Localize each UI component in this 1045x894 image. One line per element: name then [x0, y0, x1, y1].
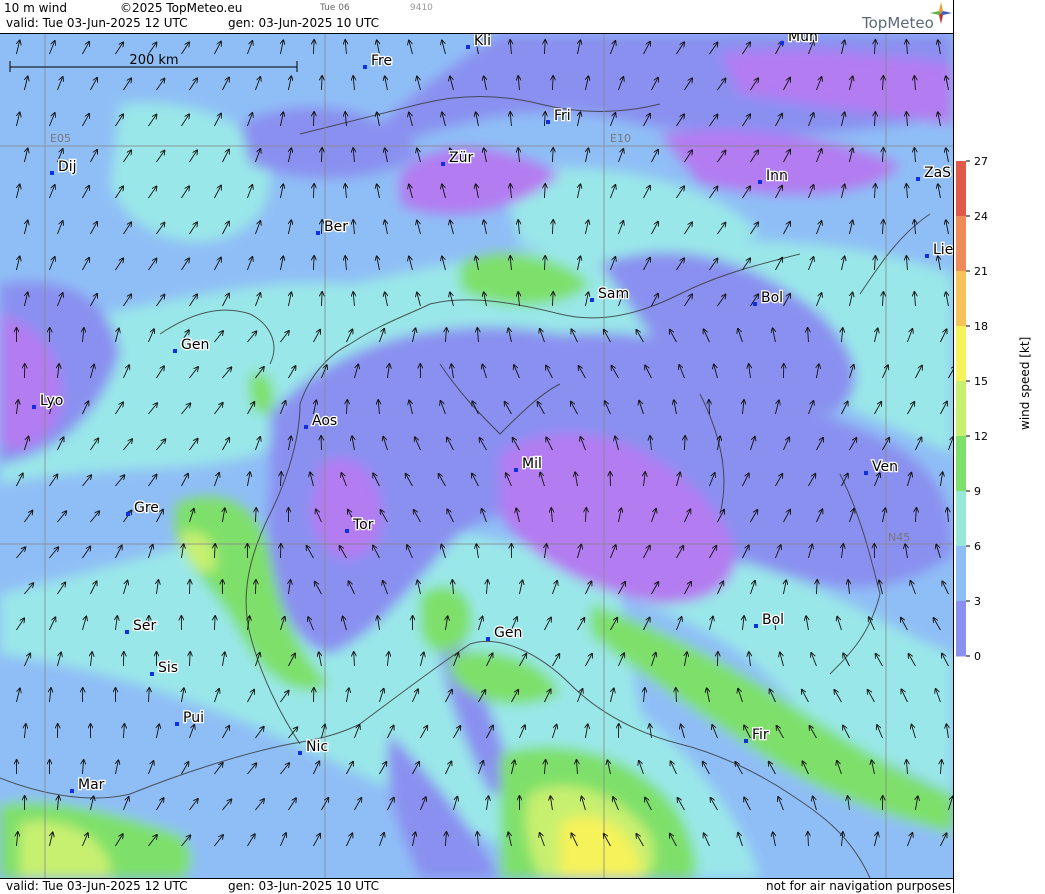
- topmeteo-logo: TopMeteo: [862, 14, 934, 32]
- wind-arrow: [255, 580, 256, 594]
- city-marker: [546, 120, 550, 124]
- colorbar-tick-label: 15: [974, 375, 988, 388]
- colorbar-tick-label: 9: [974, 485, 981, 498]
- city-marker: [758, 180, 762, 184]
- wind-arrow: [709, 400, 710, 414]
- colorbar-tick-label: 18: [974, 320, 988, 333]
- compass-icon: [930, 2, 952, 24]
- colorbar-segment: [956, 491, 966, 547]
- copyright-text: ©2025 TopMeteo.eu: [120, 1, 242, 15]
- city-marker: [753, 302, 757, 306]
- colorbar: 27 24 21 18 15 12 9 6 3 0: [955, 155, 995, 665]
- city-marker: [175, 722, 179, 726]
- colorbar-tick-label: 6: [974, 540, 981, 553]
- colorbar-segment: [956, 381, 966, 437]
- city-marker: [916, 177, 920, 181]
- city-marker: [150, 672, 154, 676]
- city-marker: [173, 349, 177, 353]
- wind-map-canvas: Fre Kli Mün Fri Dij Zür Inn ZaS Ber Lie Sam Bol Gen L…: [0, 34, 953, 878]
- city-marker: [441, 162, 445, 166]
- logo-text: TopMeteo: [862, 14, 934, 32]
- city-label: Mil: [522, 456, 542, 472]
- city-marker: [316, 231, 320, 235]
- colorbar-segment: [956, 326, 966, 382]
- valid-time: valid: Tue 03-Jun-2025 12 UTC: [6, 16, 187, 30]
- city-marker: [126, 512, 130, 516]
- city-label: Ser: [133, 618, 157, 634]
- city-label: Gen: [181, 337, 209, 353]
- city-marker: [298, 751, 302, 755]
- wind-map[interactable]: Fre Kli Mün Fri Dij Zür Inn ZaS Ber Lie Sam Bol Gen L…: [0, 34, 953, 878]
- city-marker: [925, 254, 929, 258]
- city-marker: [32, 405, 36, 409]
- city-label: ZaS: [924, 165, 951, 181]
- city-marker: [780, 41, 784, 45]
- gen-time: gen: 03-Jun-2025 10 UTC: [228, 16, 379, 30]
- city-marker: [466, 45, 470, 49]
- colorbar-segment: [956, 216, 966, 272]
- footer-disclaimer: not for air navigation purposes: [766, 879, 951, 893]
- colorbar-segment: [956, 601, 966, 657]
- city-marker: [744, 739, 748, 743]
- colorbar-tick-label: 0: [974, 650, 981, 663]
- wind-arrow: [189, 580, 190, 594]
- city-label: Gre: [134, 500, 159, 516]
- city-label: Aos: [312, 413, 337, 429]
- city-label: Mün: [788, 34, 818, 45]
- header-bar: 10 m wind ©2025 TopMeteo.eu Tue 06 9410 …: [0, 0, 953, 34]
- city-marker: [363, 65, 367, 69]
- product-title: 10 m wind: [4, 1, 67, 15]
- city-label: Ber: [324, 219, 348, 235]
- city-label: Pui: [183, 710, 204, 726]
- city-label: Zür: [449, 150, 473, 166]
- scale-label: 200 km: [129, 53, 178, 68]
- grid-label-e05: E05: [50, 132, 71, 145]
- colorbar-tick-label: 24: [974, 210, 988, 223]
- city-marker: [754, 624, 758, 628]
- city-label: Bol: [762, 612, 784, 628]
- city-marker: [486, 637, 490, 641]
- wind-speed-field: [0, 34, 953, 878]
- city-label: Fir: [752, 727, 769, 743]
- city-marker: [125, 630, 129, 634]
- city-marker: [590, 298, 594, 302]
- city-label: Gen: [494, 625, 522, 641]
- city-marker: [345, 529, 349, 533]
- colorbar-tick-label: 12: [974, 430, 988, 443]
- city-label: Ven: [872, 459, 898, 475]
- footer-gen: gen: 03-Jun-2025 10 UTC: [228, 879, 379, 893]
- city-label: Nic: [306, 739, 328, 755]
- city-label: Bol: [761, 290, 783, 306]
- footer-bar: valid: Tue 03-Jun-2025 12 UTC gen: 03-Ju…: [0, 878, 953, 894]
- city-label: Tor: [352, 517, 374, 533]
- city-marker: [514, 468, 518, 472]
- city-marker: [50, 171, 54, 175]
- city-label: Kli: [474, 34, 491, 49]
- colorbar-segment: [956, 161, 966, 217]
- small-code-text: 9410: [410, 3, 433, 13]
- city-label: Lyo: [40, 393, 63, 409]
- colorbar-segment: [956, 546, 966, 602]
- city-label: Mar: [78, 777, 105, 793]
- city-marker: [70, 789, 74, 793]
- city-label: Sis: [158, 660, 178, 676]
- grid-label-e10: E10: [610, 132, 631, 145]
- city-label: Fri: [554, 108, 571, 124]
- footer-valid: valid: Tue 03-Jun-2025 12 UTC: [6, 879, 187, 893]
- colorbar-segment: [956, 271, 966, 327]
- city-label: Fre: [371, 53, 392, 69]
- city-label: Sam: [598, 286, 629, 302]
- city-label: Lie: [933, 242, 953, 258]
- colorbar-tick-label: 3: [974, 595, 981, 608]
- grid-label-n45: N45: [888, 531, 910, 544]
- city-label: Dij: [58, 159, 77, 175]
- city-label: Inn: [766, 168, 788, 184]
- colorbar-tick-label: 27: [974, 155, 988, 168]
- city-marker: [304, 425, 308, 429]
- city-marker: [864, 471, 868, 475]
- colorbar-title: wind speed [kt]: [1018, 337, 1032, 430]
- small-day-text: Tue 06: [320, 3, 350, 13]
- colorbar-segment: [956, 436, 966, 492]
- colorbar-tick-label: 21: [974, 265, 988, 278]
